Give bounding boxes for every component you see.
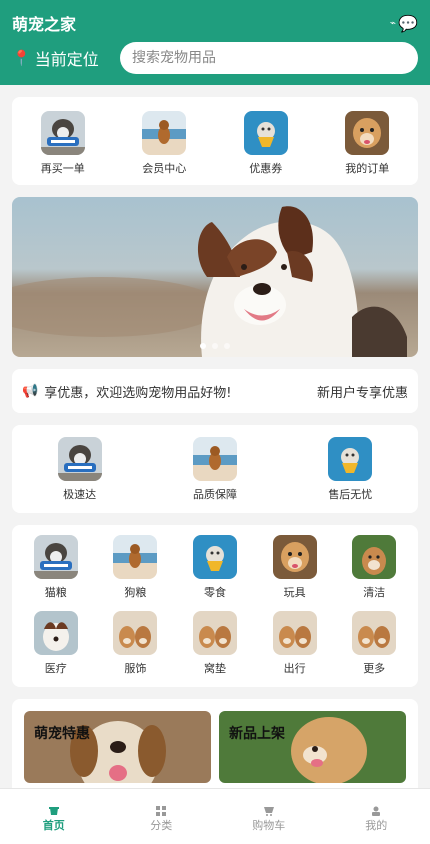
carousel-dot[interactable]: [212, 343, 218, 349]
service-label: 售后无忧: [328, 487, 373, 501]
category-snacks[interactable]: 零食: [175, 535, 255, 601]
location-label: 当前定位: [34, 50, 99, 69]
dog-happy-photo-icon: [345, 110, 390, 155]
two-puppies-photo-icon: [113, 611, 158, 655]
tab-label: 首页: [42, 818, 65, 832]
promo-title: 萌宠特惠: [34, 726, 90, 742]
carousel-dot[interactable]: [224, 343, 230, 349]
promo-card-new[interactable]: 新品上架: [219, 711, 406, 783]
category-label: 服饰: [124, 662, 147, 675]
tab-cart[interactable]: 购物车: [229, 801, 309, 833]
dog-chew-photo-icon: [57, 436, 102, 481]
banner-carousel[interactable]: [12, 197, 418, 357]
dog-grass-photo-icon: [352, 535, 397, 579]
category-grid: 猫粮 狗粮 零食 玩具 清洁 医疗 服饰 窝垫 出行 更多: [12, 525, 418, 687]
category-label: 玩具: [283, 586, 306, 599]
category-cleaning[interactable]: 清洁: [334, 535, 414, 601]
dog-chew-photo-icon: [33, 535, 78, 579]
category-label: 零食: [203, 586, 226, 599]
quick-entry-orders[interactable]: 我的订单: [327, 110, 407, 176]
dog-chew-photo-icon: [40, 110, 85, 155]
dog-beach-photo-icon: [192, 436, 237, 481]
category-cat-food[interactable]: 猫粮: [16, 535, 96, 601]
app-title: 萌宠之家: [12, 15, 77, 34]
golden-grass-photo-icon: [219, 711, 406, 783]
user-icon: [371, 801, 381, 816]
location-pin-icon: 📍: [12, 49, 31, 67]
dog-scarf-photo-icon: [328, 436, 373, 481]
dog-happy-photo-icon: [272, 535, 317, 579]
dog-beach-photo-icon: [113, 535, 158, 579]
border-collie-photo-icon: [12, 197, 418, 357]
category-label: 猫粮: [44, 586, 67, 599]
carousel-indicator: [200, 343, 230, 349]
two-puppies-photo-icon: [272, 611, 317, 655]
speaker-icon: 📢: [22, 383, 39, 399]
promo-section: 萌宠特惠 新品上架: [12, 699, 418, 799]
tab-home[interactable]: 首页: [14, 801, 94, 833]
tab-mine[interactable]: 我的: [336, 801, 416, 833]
quick-entry-label: 优惠券: [249, 161, 283, 175]
quick-entry-label: 再买一单: [40, 161, 85, 175]
category-label: 窝垫: [203, 662, 226, 675]
quick-entry-label: 会员中心: [142, 161, 187, 175]
quick-entry-label: 我的订单: [345, 161, 390, 175]
tab-category[interactable]: 分类: [121, 801, 201, 833]
category-label: 清洁: [363, 586, 386, 599]
category-beds[interactable]: 窝垫: [175, 611, 255, 677]
category-toys[interactable]: 玩具: [255, 535, 335, 601]
search-input[interactable]: [120, 42, 418, 74]
category-apparel[interactable]: 服饰: [96, 611, 176, 677]
beagle-photo-icon: [24, 711, 211, 783]
category-dog-food[interactable]: 狗粮: [96, 535, 176, 601]
notice-bar[interactable]: 📢 享优惠，欢迎选购宠物用品好物! 新用户专享优惠: [12, 369, 418, 413]
service-quality[interactable]: 品质保障: [165, 436, 265, 502]
quick-entry-bar: 再买一单 会员中心 优惠券 我的订单: [12, 97, 418, 185]
category-label: 更多: [363, 662, 386, 675]
dog-scarf-photo-icon: [192, 535, 237, 579]
message-icon[interactable]: 💬: [398, 14, 418, 33]
quick-entry-coupon[interactable]: 优惠券: [226, 110, 306, 176]
notice-text: 享优惠，欢迎选购宠物用品好物!: [44, 385, 232, 401]
grid-icon: [156, 801, 167, 816]
cart-icon: [263, 801, 274, 816]
bottom-tab-bar: 首页 分类 购物车 我的: [0, 788, 430, 844]
promo-title: 新品上架: [229, 726, 285, 742]
service-label: 极速达: [63, 487, 97, 501]
tab-label: 购物车: [252, 818, 286, 832]
carousel-dot[interactable]: [200, 343, 206, 349]
two-puppies-photo-icon: [192, 611, 237, 655]
service-bar: 极速达 品质保障 售后无忧: [12, 425, 418, 513]
category-label: 出行: [283, 662, 306, 675]
more-dots-icon[interactable]: ⌁: [390, 18, 396, 29]
promo-card-special[interactable]: 萌宠特惠: [24, 711, 211, 783]
category-travel[interactable]: 出行: [255, 611, 335, 677]
category-more[interactable]: 更多: [334, 611, 414, 677]
home-icon: [48, 801, 59, 815]
category-medical[interactable]: 医疗: [16, 611, 96, 677]
tab-label: 我的: [365, 818, 388, 832]
category-label: 医疗: [44, 662, 67, 675]
location-selector[interactable]: 📍 当前定位: [12, 46, 120, 70]
collie-photo-icon: [33, 611, 78, 655]
quick-entry-rebuy[interactable]: 再买一单: [23, 110, 103, 176]
service-label: 品质保障: [192, 487, 237, 501]
service-fast-delivery[interactable]: 极速达: [30, 436, 130, 502]
quick-entry-member[interactable]: 会员中心: [124, 110, 204, 176]
dog-scarf-photo-icon: [243, 110, 288, 155]
app-header: 萌宠之家 ⌁ 💬 📍 当前定位: [0, 0, 430, 85]
two-puppies-photo-icon: [352, 611, 397, 655]
service-after-sales[interactable]: 售后无忧: [300, 436, 400, 502]
dog-beach-photo-icon: [142, 110, 187, 155]
tab-label: 分类: [150, 818, 173, 832]
category-label: 狗粮: [124, 586, 147, 599]
new-user-offer-link[interactable]: 新用户专享优惠: [317, 382, 408, 401]
